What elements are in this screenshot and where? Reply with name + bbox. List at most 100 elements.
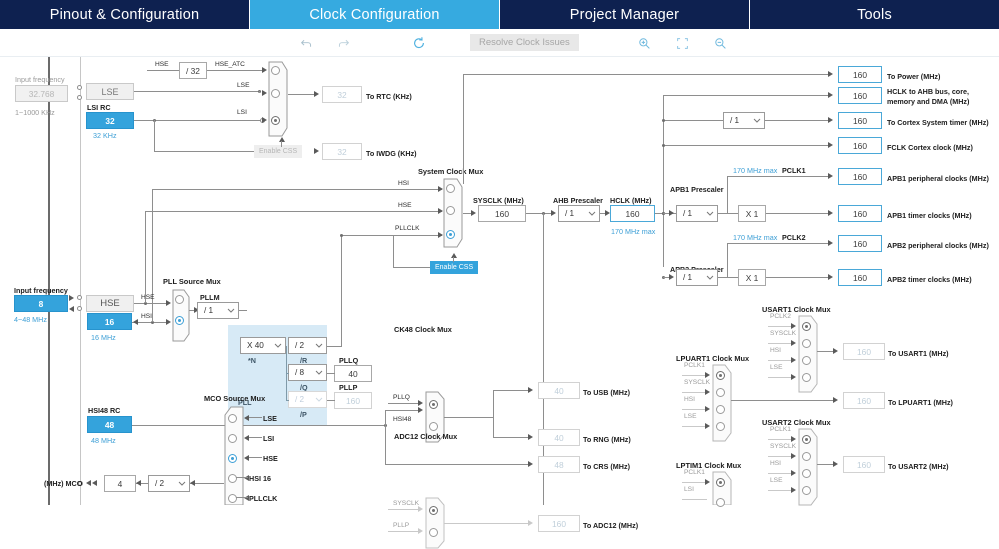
pll-source-mux-radio-hse[interactable] [175, 316, 184, 325]
system-clock-mux-radio-hse[interactable] [446, 206, 455, 215]
hse-oscillator-box[interactable]: HSE [86, 295, 134, 312]
apb1-periph-arrow [828, 173, 833, 179]
pllr-dropdown[interactable]: / 2 [288, 337, 327, 354]
to-lpuart1-box[interactable]: 160 [843, 392, 885, 409]
plln-dropdown[interactable]: X 40 [240, 337, 286, 354]
rtc-enable-css-button[interactable]: Enable CSS [254, 145, 303, 158]
lse-input-frequency-field[interactable]: 32.768 [15, 85, 68, 102]
rtc-mux-radio-lsi[interactable] [271, 116, 280, 125]
hsi48-value-box[interactable]: 48 [87, 416, 132, 433]
hsi-pllmux-arrow [166, 319, 171, 325]
mco-mux-radio-lse[interactable] [228, 414, 237, 423]
zoom-in-icon[interactable] [636, 35, 652, 51]
lpuart1-mux-radio-hsi[interactable] [716, 405, 725, 414]
tab-project-manager[interactable]: Project Manager [500, 0, 750, 29]
lpuart1-mux-radio-sysclk[interactable] [716, 388, 725, 397]
hclk-value-box[interactable]: 160 [610, 205, 655, 222]
system-clock-mux-radio-hsi[interactable] [446, 184, 455, 193]
hse-input-frequency-field[interactable]: 8 [14, 295, 68, 312]
redo-icon[interactable] [335, 35, 351, 51]
adc12-mux-radio-sysclk[interactable] [429, 506, 438, 515]
to-crs-box[interactable]: 48 [538, 456, 580, 473]
system-enable-css-button[interactable]: Enable CSS [430, 261, 479, 274]
mco-divider-dropdown[interactable]: / 2 [148, 475, 190, 492]
to-crs-label: To CRS (MHz) [583, 462, 630, 471]
apb2-max-label: 170 MHz max [733, 233, 778, 242]
hse-atc-out-wire [207, 70, 263, 71]
iwdg-output-box[interactable]: 32 [322, 143, 362, 160]
to-adc12-box[interactable]: 160 [538, 515, 580, 532]
usart1-out-arrow [833, 348, 838, 354]
cortex-timer-box[interactable]: 160 [838, 112, 882, 129]
usart2-mux-radio-sysclk[interactable] [802, 452, 811, 461]
usart2-mux-radio-lse[interactable] [802, 486, 811, 495]
rtc-output-box[interactable]: 32 [322, 86, 362, 103]
sysclk-value-box[interactable]: 160 [478, 205, 526, 222]
resolve-clock-issues-button[interactable]: Resolve Clock Issues [470, 34, 579, 51]
apb1-prescaler-dropdown[interactable]: / 1 [676, 205, 718, 222]
mco-mux-radio-pllclk[interactable] [228, 494, 237, 503]
apb2-timer-multiplier-box[interactable]: X 1 [738, 269, 766, 286]
lse-oscillator-box[interactable]: LSE [86, 83, 134, 100]
to-usart2-box[interactable]: 160 [843, 456, 885, 473]
rtc-css-wire [281, 141, 282, 147]
mco-mux-radio-hsi16[interactable] [228, 474, 237, 483]
lptim1-mux-radio-lsi[interactable] [716, 498, 725, 507]
clock-tree-canvas[interactable]: Input frequency 32.768 1~1000 KHz LSE LS… [0, 57, 999, 549]
apb1-timer-box[interactable]: 160 [838, 205, 882, 222]
apb1-peripheral-label: APB1 peripheral clocks (MHz) [887, 174, 989, 183]
ahb-prescaler-dropdown[interactable]: / 1 [558, 205, 600, 222]
pllq-dropdown[interactable]: / 8 [288, 364, 327, 381]
usart2-mux-radio-pclk1[interactable] [802, 435, 811, 444]
usart1-mux-radio-hsi[interactable] [802, 356, 811, 365]
rtc-mux-radio-lse[interactable] [271, 89, 280, 98]
pll-source-mux-radio-hsi[interactable] [175, 295, 184, 304]
apb1-timer-multiplier-box[interactable]: X 1 [738, 205, 766, 222]
tab-clock-configuration[interactable]: Clock Configuration [250, 0, 500, 29]
apb2-peripheral-box[interactable]: 160 [838, 235, 882, 252]
tab-pinout-configuration[interactable]: Pinout & Configuration [0, 0, 250, 29]
undo-icon[interactable] [298, 35, 314, 51]
pllp-dropdown[interactable]: / 2 [288, 391, 327, 408]
hse-pin-arrow-left [69, 306, 74, 312]
hsi-value-box[interactable]: 16 [87, 313, 132, 330]
to-rng-box[interactable]: 40 [538, 429, 580, 446]
usart2-mux-radio-hsi[interactable] [802, 469, 811, 478]
apb2-periph-arrow [828, 240, 833, 246]
lpuart1-mux-radio-lse[interactable] [716, 422, 725, 431]
pllq-output-box[interactable]: 40 [334, 365, 372, 382]
mco-lsi-label: LSI [263, 434, 275, 443]
fclk-box[interactable]: 160 [838, 137, 882, 154]
hclk-ahbbus-box[interactable]: 160 [838, 87, 882, 104]
usart1-mux-radio-sysclk[interactable] [802, 339, 811, 348]
cortex-prescaler-dropdown[interactable]: / 1 [723, 112, 765, 129]
fit-to-screen-icon[interactable] [674, 35, 690, 51]
mco-value-box[interactable]: 4 [104, 475, 136, 492]
rtc-mux-radio-hse-atc[interactable] [271, 66, 280, 75]
ck48-mux-radio-pllq[interactable] [429, 400, 438, 409]
apb2-timer-box[interactable]: 160 [838, 269, 882, 286]
to-usart1-box[interactable]: 160 [843, 343, 885, 360]
mco-mux-radio-hse[interactable] [228, 454, 237, 463]
usart1-mux-radio-pclk2[interactable] [802, 322, 811, 331]
adc12-mux-radio-pllp[interactable] [429, 528, 438, 537]
to-usb-box[interactable]: 40 [538, 382, 580, 399]
hse-atc-divider-box[interactable]: / 32 [179, 62, 207, 79]
lptim1-mux-radio-pclk1[interactable] [716, 478, 725, 487]
pllm-dropdown[interactable]: / 1 [197, 302, 239, 319]
apb2-prescaler-dropdown[interactable]: / 1 [676, 269, 718, 286]
lpuart1-mux-radio-pclk1[interactable] [716, 371, 725, 380]
system-clock-mux-radio-pllclk[interactable] [446, 230, 455, 239]
lsi-value-box[interactable]: 32 [86, 112, 134, 129]
mco-mux-radio-lsi[interactable] [228, 434, 237, 443]
pllp-output-box[interactable]: 160 [334, 392, 372, 409]
apb1-max-label: 170 MHz max [733, 166, 778, 175]
tab-tools[interactable]: Tools [750, 0, 999, 29]
apb1-peripheral-box[interactable]: 160 [838, 168, 882, 185]
to-power-box[interactable]: 160 [838, 66, 882, 83]
refresh-icon[interactable] [410, 34, 428, 52]
mco-pllclk-label: PLLCLK [249, 494, 278, 503]
ck48-mux-radio-hsi48[interactable] [429, 422, 438, 431]
usart1-mux-radio-lse[interactable] [802, 373, 811, 382]
zoom-out-icon[interactable] [712, 35, 728, 51]
